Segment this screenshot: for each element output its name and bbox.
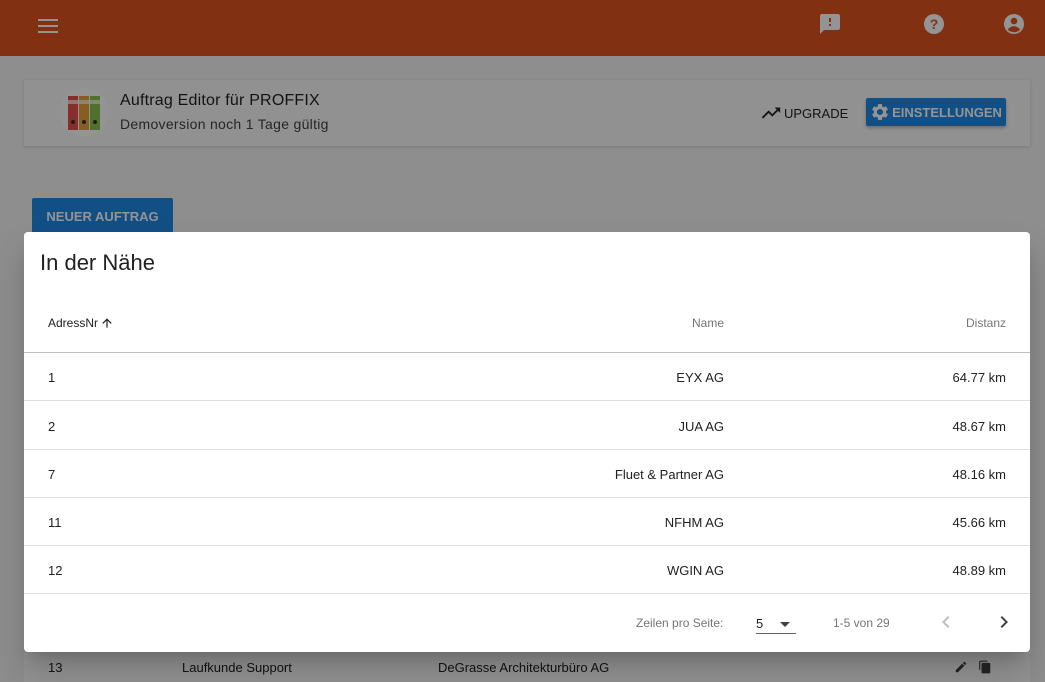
table-row[interactable]: 2 JUA AG 48.67 km	[24, 402, 1030, 450]
pagination-range: 1-5 von 29	[833, 616, 890, 630]
rows-per-page-value: 5	[756, 616, 764, 631]
cell-name: WGIN AG	[666, 563, 724, 578]
rows-per-page-label: Zeilen pro Seite:	[636, 616, 724, 630]
cell-name: Fluet & Partner AG	[614, 467, 724, 482]
rows-per-page-select[interactable]: 5	[756, 612, 796, 634]
table-pagination: Zeilen pro Seite: 5 1-5 von 29	[24, 594, 1030, 652]
cell-adressnr: 11	[48, 515, 62, 530]
column-header-name[interactable]: Name	[692, 316, 724, 330]
cell-name: NFHM AG	[664, 515, 724, 530]
dialog-title: In der Nähe	[40, 250, 155, 275]
cell-distanz: 48.67 km	[952, 419, 1006, 434]
cell-distanz: 64.77 km	[952, 370, 1006, 385]
table-row[interactable]: 11 NFHM AG 45.66 km	[24, 498, 1030, 546]
column-header-adressnr[interactable]: AdressNr	[48, 316, 114, 330]
nearby-dialog: In der Nähe AdressNr Name Distanz 1 EYX …	[24, 232, 1030, 652]
cell-name: JUA AG	[678, 419, 724, 434]
cell-name: EYX AG	[676, 370, 724, 385]
cell-adressnr: 1	[48, 370, 56, 385]
table-row[interactable]: 12 WGIN AG 48.89 km	[24, 546, 1030, 594]
cell-distanz: 48.89 km	[952, 563, 1006, 578]
cell-distanz: 48.16 km	[952, 467, 1006, 482]
previous-page-icon[interactable]	[934, 610, 958, 634]
table-row[interactable]: 1 EYX AG 64.77 km	[24, 353, 1030, 401]
table-row[interactable]: 7 Fluet & Partner AG 48.16 km	[24, 450, 1030, 498]
cell-adressnr: 12	[48, 563, 63, 578]
cell-adressnr: 2	[48, 419, 56, 434]
next-page-icon[interactable]	[992, 610, 1016, 634]
sort-arrow-up-icon	[102, 318, 112, 328]
column-header-distanz[interactable]: Distanz	[966, 316, 1006, 330]
cell-distanz: 45.66 km	[952, 515, 1006, 530]
cell-adressnr: 7	[48, 467, 56, 482]
column-header-adressnr-label: AdressNr	[48, 316, 99, 330]
dropdown-caret-icon	[780, 622, 790, 627]
